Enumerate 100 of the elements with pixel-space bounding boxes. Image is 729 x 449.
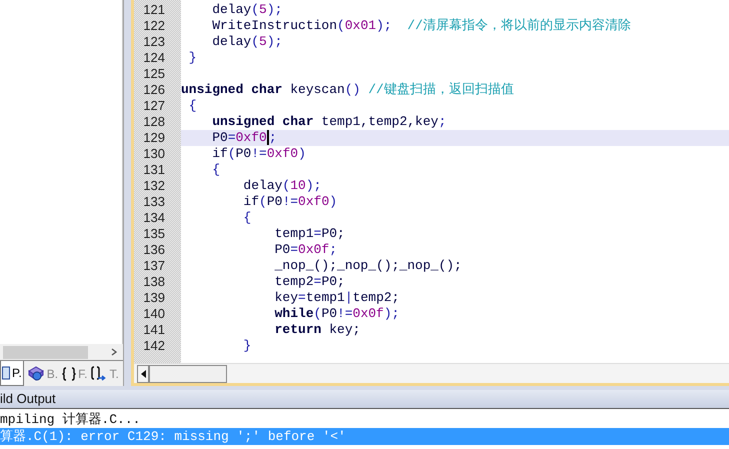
code-token: ); [384, 306, 400, 322]
code-token: = [314, 226, 322, 242]
code-token: = [290, 242, 298, 258]
code-token: while [274, 306, 314, 322]
code-token: delay [242, 178, 282, 194]
code-token: ( [228, 146, 236, 162]
code-token: != [282, 194, 298, 210]
line-number: 132 [143, 178, 165, 194]
code-token: 10 [290, 178, 306, 194]
code-token: ( [337, 18, 345, 34]
line-number: 128 [143, 114, 165, 130]
book-icon [26, 366, 45, 382]
code-token: P0 [321, 306, 338, 322]
line-number: 135 [143, 226, 165, 242]
scroll-right-icon [111, 348, 117, 356]
line-number: 138 [143, 274, 165, 290]
line-number: 131 [143, 162, 165, 178]
code-token: if [242, 194, 260, 210]
code-token: () [344, 82, 360, 98]
panel-tab[interactable]: T. [90, 361, 120, 386]
code-token: ( [251, 34, 260, 50]
code-token: delay [211, 34, 252, 50]
line-number: 142 [143, 338, 165, 354]
scroll-thumb[interactable] [149, 364, 227, 382]
line-number: 137 [143, 258, 165, 274]
code-token: P0; [321, 226, 345, 242]
code-token: ); [376, 18, 392, 34]
line-number: 130 [143, 146, 165, 162]
code-token: _nop_();_nop_();_nop_(); [274, 258, 462, 274]
panel-tab[interactable]: F. [61, 361, 88, 386]
line-number: 123 [143, 34, 165, 50]
code-token: ( [314, 306, 322, 322]
line-number: 126 [143, 82, 165, 98]
code-token: delay [211, 2, 252, 18]
code-token: ; [268, 130, 277, 146]
code-token: ( [282, 178, 290, 194]
code-token: P0 [266, 194, 282, 210]
code-token: = [228, 130, 236, 146]
code-token: = [314, 274, 322, 290]
code-token: 0x0f [298, 242, 330, 258]
line-number: 129 [143, 130, 165, 146]
panel-tab[interactable]: P. [0, 361, 24, 386]
code-token: temp2; [352, 290, 400, 306]
code-token: //键盘扫描，返回扫描值 [367, 82, 514, 98]
code-token: temp2 [274, 274, 314, 290]
code-token: ; [329, 242, 338, 258]
code-token: != [337, 306, 353, 322]
scroll-left-icon [140, 370, 146, 378]
output-line[interactable]: mpiling 计算器.C... [0, 411, 729, 428]
code-token: } [242, 338, 252, 354]
code-token: ( [259, 194, 267, 210]
code-token: return [274, 322, 322, 338]
line-number: 127 [143, 98, 165, 114]
code-token: if [211, 146, 228, 162]
code-token: { [242, 210, 252, 226]
line-number: 133 [143, 194, 165, 210]
code-token: ; [438, 114, 446, 130]
line-number: 139 [143, 290, 165, 306]
code-token: ); [266, 34, 282, 50]
code-token: ); [306, 178, 322, 194]
line-number: 124 [143, 50, 165, 66]
code-token: 0xf0 [266, 146, 298, 162]
line-number: 136 [143, 242, 165, 258]
braces-icon [62, 366, 76, 380]
code-token: 0x0f [352, 306, 384, 322]
code-token: temp1,temp2,key [320, 114, 438, 130]
panel-tab[interactable]: B. [26, 361, 60, 386]
code-token: ( [251, 2, 260, 18]
panel-title: ild Output [0, 390, 56, 408]
line-number: 140 [143, 306, 165, 322]
code-token: temp1 [274, 226, 314, 242]
code-token: P0 [274, 242, 290, 258]
line-number: 125 [143, 66, 165, 82]
code-token: | [344, 290, 353, 306]
template-icon [91, 366, 108, 382]
code-token: 0xf0 [236, 130, 267, 146]
code-token: { [188, 98, 197, 114]
code-token: ); [266, 2, 282, 18]
code-token: unsigned char [211, 114, 314, 130]
code-token: temp1 [306, 290, 345, 306]
scroll-left-button[interactable] [137, 364, 149, 382]
code-token: key [274, 290, 298, 306]
code-token: P0 [236, 146, 252, 162]
code-token: ) [298, 146, 306, 162]
code-token: 5 [259, 34, 267, 50]
code-token: = [298, 290, 306, 306]
code-token: P0 [211, 130, 228, 146]
code-token: { [211, 162, 220, 178]
line-number: 122 [143, 18, 165, 34]
code-token: != [251, 146, 267, 162]
code-token: WriteInstruction [211, 18, 338, 34]
code-token: } [188, 50, 197, 66]
scroll-thumb[interactable] [3, 346, 88, 358]
code-token: 0x01 [344, 18, 376, 34]
line-number: 134 [143, 210, 165, 226]
code-token: 0xf0 [298, 194, 330, 210]
code-token: keyscan [289, 82, 345, 98]
line-number: 141 [143, 322, 165, 338]
line-number: 121 [143, 2, 165, 18]
code-token: unsigned char [181, 82, 282, 98]
